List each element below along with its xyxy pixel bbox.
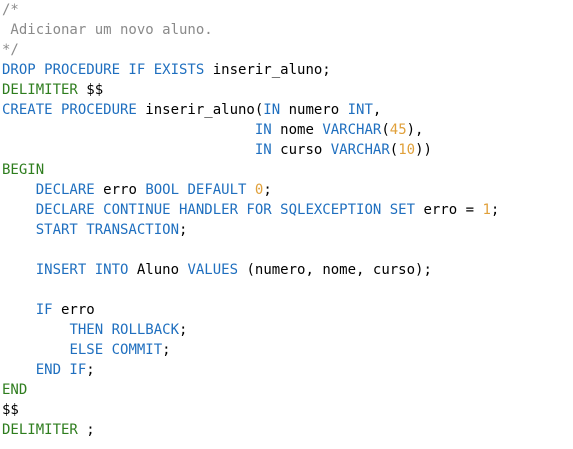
code-token: START TRANSACTION <box>35 222 180 238</box>
code-line: $$ <box>2 400 19 420</box>
code-token: Adicionar um novo aluno. <box>2 22 213 38</box>
code-token: curso <box>271 142 331 158</box>
code-token: DELIMITER <box>2 82 78 98</box>
code-token: IN <box>254 122 272 138</box>
code-token: ; <box>162 342 171 358</box>
code-line: */ <box>2 40 19 60</box>
code-line: Adicionar um novo aluno. <box>2 20 213 40</box>
code-token: $$ <box>77 82 104 98</box>
code-token: ( <box>389 142 399 158</box>
code-token: VARCHAR <box>330 142 390 158</box>
code-token: /* <box>2 2 19 18</box>
code-token: IF <box>35 302 53 318</box>
code-line: ELSE COMMIT; <box>2 340 171 360</box>
code-token: VALUES <box>187 262 239 278</box>
code-token: ; <box>86 362 95 378</box>
code-token: CREATE PROCEDURE <box>2 102 137 118</box>
code-token: )) <box>415 142 432 158</box>
code-line: THEN ROLLBACK; <box>2 320 187 340</box>
code-token: DROP PROCEDURE IF EXISTS <box>2 62 205 78</box>
code-token: BOOL DEFAULT <box>145 182 247 198</box>
code-editor[interactable]: /* Adicionar um novo aluno. */ DROP PROCED… <box>2 0 571 449</box>
code-token: inserir_aluno; <box>204 62 331 78</box>
code-token: VARCHAR <box>322 122 382 138</box>
code-token: $$ <box>2 402 19 418</box>
code-line: DECLARE erro BOOL DEFAULT 0; <box>2 180 272 200</box>
code-token: ), <box>406 122 424 138</box>
code-line: /* <box>2 0 19 20</box>
code-token: DECLARE <box>35 182 95 198</box>
code-token: inserir_aluno( <box>136 102 264 118</box>
code-token: nome <box>271 122 323 138</box>
code-token: ELSE COMMIT <box>69 342 163 358</box>
code-token: ; <box>263 182 272 198</box>
code-token: 10 <box>398 142 416 158</box>
code-token: DELIMITER <box>2 422 78 438</box>
code-token: Aluno <box>128 262 188 278</box>
code-token: , <box>372 102 382 118</box>
code-token: ; <box>179 322 188 338</box>
code-line: DROP PROCEDURE IF EXISTS inserir_aluno; <box>2 60 331 80</box>
code-token: IN <box>263 102 281 118</box>
code-token: END <box>2 382 28 398</box>
code-line: DELIMITER ; <box>2 420 95 440</box>
code-token: ( <box>381 122 390 138</box>
code-token: erro <box>94 182 146 198</box>
code-line: DECLARE CONTINUE HANDLER FOR SQLEXCEPTIO… <box>2 200 500 220</box>
code-token: INT <box>347 102 373 118</box>
code-token: ; <box>490 202 500 218</box>
code-line: BEGIN <box>2 160 44 180</box>
code-line: IF erro <box>2 300 95 320</box>
code-token: erro = <box>415 202 483 218</box>
code-token: ; <box>179 222 188 238</box>
code-token: ; <box>77 422 95 438</box>
code-token: BEGIN <box>2 162 45 178</box>
code-line: IN nome VARCHAR(45), <box>2 120 424 140</box>
code-line: START TRANSACTION; <box>2 220 188 240</box>
code-token: INSERT INTO <box>35 262 129 278</box>
code-token: (numero, nome, curso); <box>238 262 432 278</box>
code-token: IN <box>254 142 272 158</box>
code-token: erro <box>52 302 95 318</box>
code-token: THEN ROLLBACK <box>69 322 180 338</box>
code-line: END <box>2 380 27 400</box>
code-line: IN curso VARCHAR(10)) <box>2 140 432 160</box>
code-line: END IF; <box>2 360 95 380</box>
code-line: CREATE PROCEDURE inserir_aluno(IN numero… <box>2 100 381 120</box>
code-line: INSERT INTO Aluno VALUES (numero, nome, … <box>2 260 432 280</box>
code-token: DECLARE CONTINUE HANDLER FOR SQLEXCEPTIO… <box>35 202 416 218</box>
code-line: DELIMITER $$ <box>2 80 103 100</box>
code-token: */ <box>2 42 19 58</box>
code-token: END IF <box>35 362 87 378</box>
code-token: numero <box>280 102 348 118</box>
code-token: 1 <box>482 202 491 218</box>
code-token: 45 <box>389 122 407 138</box>
